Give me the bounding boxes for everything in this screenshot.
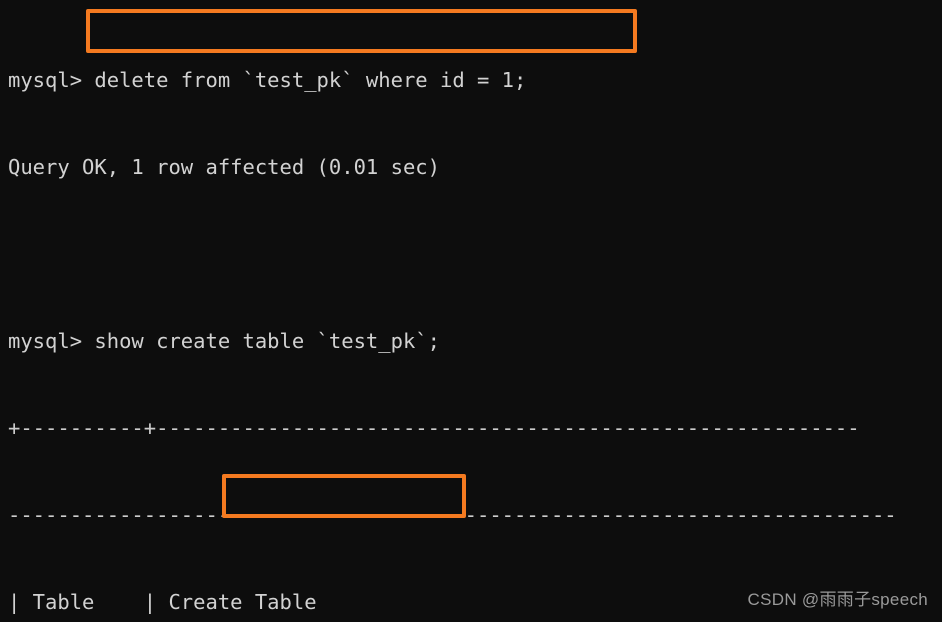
- watermark-text: CSDN @雨雨子speech: [747, 590, 928, 609]
- terminal-line: +----------+----------------------------…: [8, 416, 860, 440]
- terminal-line: Query OK, 1 row affected (0.01 sec): [8, 155, 440, 179]
- terminal-line: mysql> delete from `test_pk` where id = …: [8, 68, 527, 92]
- terminal-output: mysql> delete from `test_pk` where id = …: [8, 8, 942, 622]
- terminal-window[interactable]: mysql> delete from `test_pk` where id = …: [0, 0, 942, 622]
- terminal-line: ----------------------------------------…: [8, 503, 897, 527]
- terminal-line: mysql> show create table `test_pk`;: [8, 329, 440, 353]
